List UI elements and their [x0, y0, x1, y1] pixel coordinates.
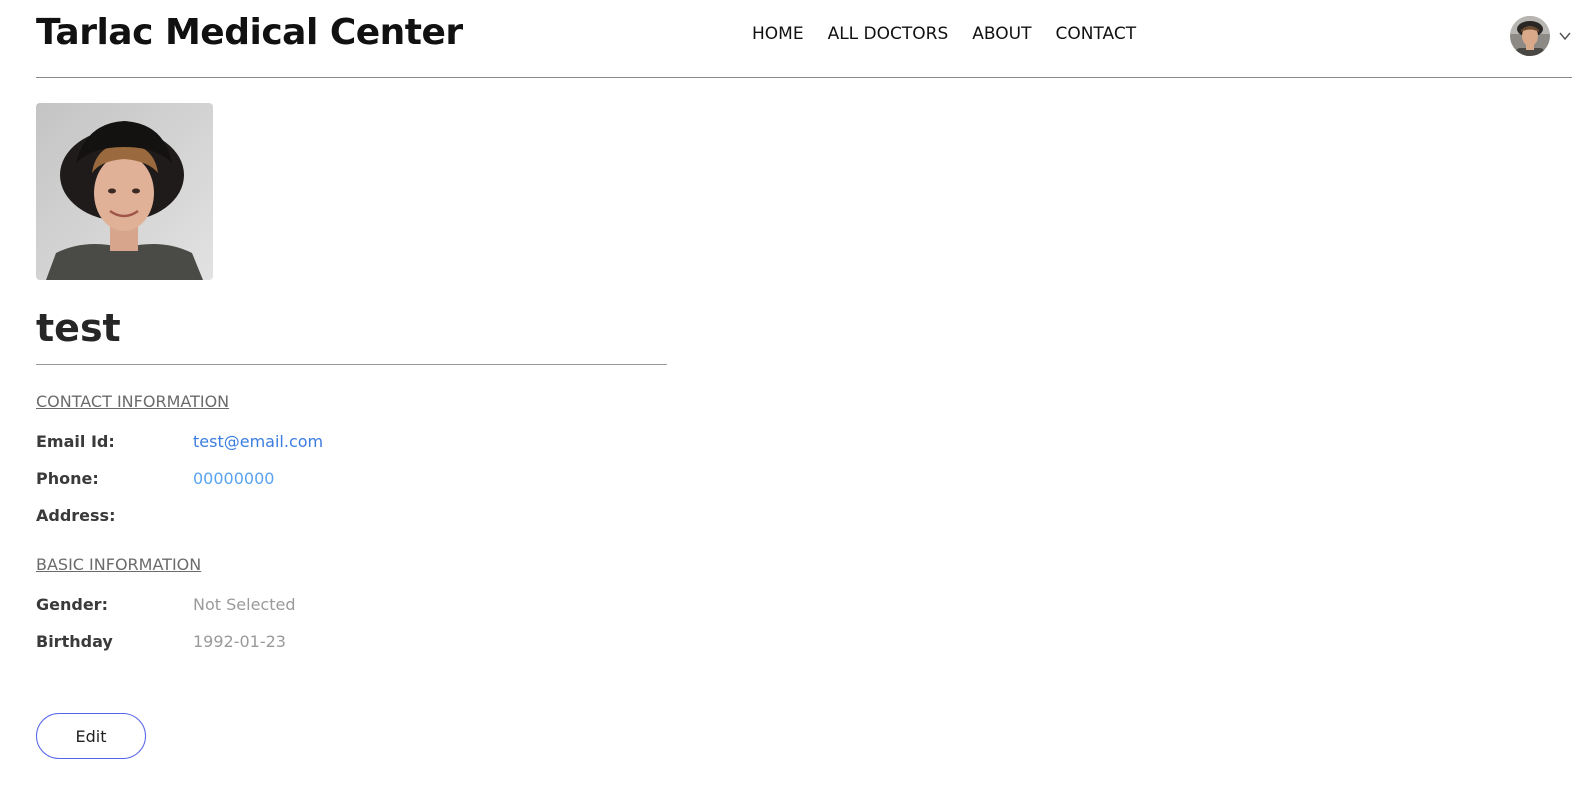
nav-all-doctors[interactable]: ALL DOCTORS — [828, 24, 949, 44]
nav-about[interactable]: ABOUT — [972, 24, 1031, 44]
profile-photo — [36, 103, 213, 280]
profile-page: Tarlac Medical Center HOME ALL DOCTORS A… — [0, 0, 1590, 802]
email-label: Email Id: — [36, 432, 115, 451]
edit-button[interactable]: Edit — [36, 713, 146, 759]
profile-name: test — [36, 306, 121, 350]
gender-value: Not Selected — [193, 595, 296, 614]
brand-logo[interactable]: Tarlac Medical Center — [36, 12, 463, 53]
birthday-label: Birthday — [36, 632, 113, 651]
birthday-value: 1992-01-23 — [193, 632, 286, 651]
avatar[interactable] — [1510, 16, 1550, 56]
phone-label: Phone: — [36, 469, 99, 488]
nav-contact[interactable]: CONTACT — [1055, 24, 1136, 44]
user-menu[interactable] — [1510, 16, 1572, 56]
basic-section-title: BASIC INFORMATION — [36, 555, 202, 574]
nav-home[interactable]: HOME — [752, 24, 804, 44]
email-value[interactable]: test@email.com — [193, 432, 323, 451]
address-label: Address: — [36, 506, 116, 525]
divider — [36, 364, 667, 365]
phone-value[interactable]: 00000000 — [193, 469, 274, 488]
navbar: Tarlac Medical Center HOME ALL DOCTORS A… — [36, 0, 1572, 78]
chevron-down-icon[interactable] — [1558, 29, 1572, 43]
contact-section-title: CONTACT INFORMATION — [36, 392, 230, 411]
gender-label: Gender: — [36, 595, 108, 614]
main-nav: HOME ALL DOCTORS ABOUT CONTACT — [752, 24, 1136, 44]
